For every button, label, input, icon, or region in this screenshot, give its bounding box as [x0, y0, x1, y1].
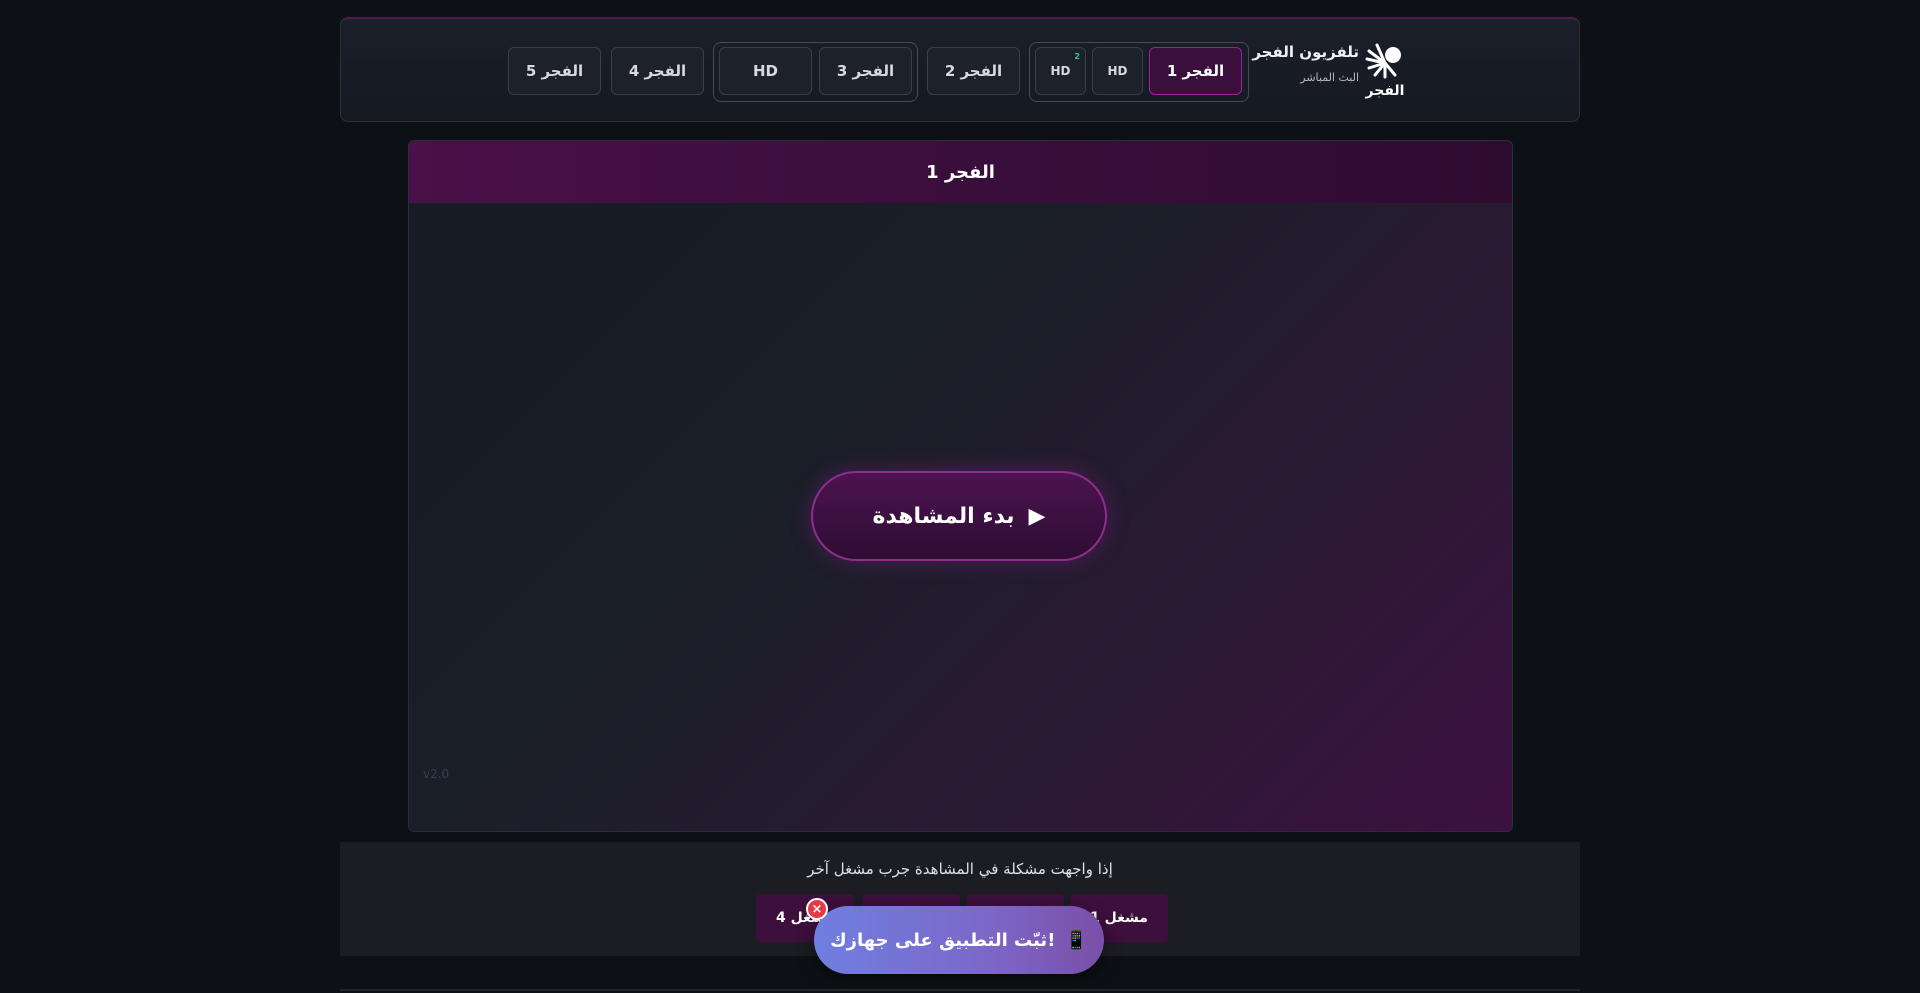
brand-name: تلفزيون الفجر — [1252, 43, 1359, 61]
close-icon[interactable]: × — [806, 898, 828, 920]
player-title: الفجر 1 — [409, 141, 1512, 203]
video-player[interactable]: الفجر 1 بدء المشاهدة ▶ v2.0 — [408, 140, 1513, 832]
header-bar: الفجر تلفزيون الفجر البث المباشر الفجر 1… — [340, 17, 1580, 122]
logo-word: الفجر — [1365, 83, 1405, 99]
channel-button-fajr2[interactable]: الفجر 2 — [927, 47, 1020, 95]
channel-button-hd-1[interactable]: HD — [1092, 47, 1143, 95]
notice-text: إذا واجهت مشكلة في المشاهدة جرب مشغل آخر — [807, 860, 1113, 878]
brand-tagline: البث المباشر — [1300, 71, 1359, 84]
brand: تلفزيون الفجر البث المباشر — [1252, 43, 1359, 84]
sunburst-icon — [1365, 43, 1401, 79]
install-app-banner[interactable]: ثبّت التطبيق على جهازك! 📱 — [814, 906, 1104, 974]
start-watching-button[interactable]: بدء المشاهدة ▶ — [811, 471, 1107, 561]
player-watermark: v2.0 — [423, 767, 450, 781]
channel-button-fajr4[interactable]: الفجر 4 — [611, 47, 704, 95]
logo[interactable]: الفجر — [1363, 41, 1407, 99]
install-app-label: ثبّت التطبيق على جهازك! — [830, 929, 1056, 951]
channel-button-fajr3[interactable]: الفجر 3 — [819, 47, 912, 95]
start-watching-label: بدء المشاهدة — [872, 503, 1015, 529]
play-icon: ▶ — [1028, 503, 1046, 529]
channel-button-fajr5[interactable]: الفجر 5 — [508, 47, 601, 95]
phone-icon: 📱 — [1065, 929, 1088, 951]
hd-superscript: 2 — [1074, 52, 1080, 61]
hd-label: HD — [1050, 64, 1071, 78]
channel-button-hd-3[interactable]: HD — [719, 47, 812, 95]
channel-button-hd-2[interactable]: HD 2 — [1035, 47, 1086, 95]
channel-button-fajr1[interactable]: الفجر 1 — [1149, 47, 1242, 95]
footer-divider — [340, 989, 1580, 991]
